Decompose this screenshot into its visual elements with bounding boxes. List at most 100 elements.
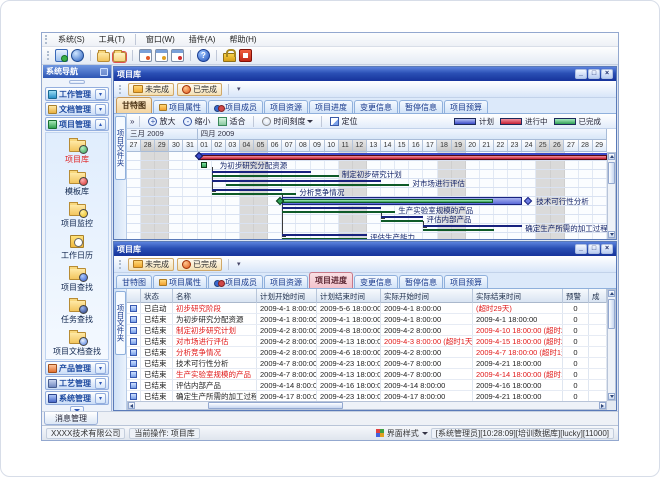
menu-item-2[interactable]: 工具(T) [92,33,132,46]
menu-item-5[interactable]: 帮助(H) [222,33,263,46]
tab-changes[interactable]: 变更信息 [354,100,398,113]
table-row[interactable]: 已结束评估内部产品2009-4-14 8:00:002009-4-16 18:0… [127,380,607,391]
open-folder-icon[interactable] [113,52,126,62]
pin-icon[interactable] [100,68,108,76]
lock-icon[interactable] [223,53,236,62]
tab-gantt[interactable]: 甘特图 [116,275,152,288]
sidebar-group-project[interactable]: 项目管理▴ [45,117,109,131]
overflow-chevron-icon[interactable]: » [130,117,134,126]
tab-budget[interactable]: 项目预算 [444,275,488,288]
toolbar-more-button[interactable]: ▾ [237,260,241,268]
tab-changes[interactable]: 变更信息 [354,275,398,288]
gantt-timescale-button[interactable]: 时间刻度 [259,115,316,127]
gantt-fit-button[interactable]: 适合 [215,115,248,127]
sidebar-group-work[interactable]: 工作管理▾ [45,87,109,101]
filter-done-button[interactable]: 已完成 [177,83,222,96]
project-folder-side-tab[interactable]: 项目文件夹 [115,291,126,355]
toolbar-more-button[interactable]: ▾ [237,85,241,93]
tab-members[interactable]: 项目成员 [208,275,263,288]
sidebar-item-project-doc-search[interactable]: 项目文档查找 [46,326,108,358]
header-status-cell[interactable]: 状态 [141,289,173,303]
report-mail-icon[interactable] [171,49,184,62]
interface-style-label[interactable]: 界面样式 [387,428,419,439]
header-plan-end-cell[interactable]: 计划结束时间 [317,289,381,303]
gantt-locate-button[interactable]: 定位 [327,115,360,127]
scroll-down-button[interactable] [608,393,615,400]
chevron-down-icon[interactable]: ▾ [95,363,106,374]
tab-pauses[interactable]: 暂停信息 [399,100,443,113]
restore-button[interactable]: □ [588,69,600,79]
message-tab[interactable]: 消息管理 [44,412,98,425]
report-icon[interactable] [139,49,152,62]
menu-item-1[interactable]: 系统(S) [51,33,92,46]
sidebar-group-product[interactable]: 产品管理▾ [45,361,109,375]
tab-progress[interactable]: 项目进度 [309,100,353,113]
tab-properties[interactable]: 项目属性 [153,100,207,113]
table-row[interactable]: 已结束分析竞争情况2009-4-2 8:00:002009-4-6 18:00:… [127,347,607,358]
sidebar-item-project-search[interactable]: 项目查找 [46,262,108,294]
closed-folder-icon[interactable] [97,52,110,62]
panel-title-bar[interactable]: 项目库 _□× [114,67,616,81]
header-plan-start-cell[interactable]: 计划开始时间 [257,289,317,303]
sidebar-item-work-calendar[interactable]: 工作日历 [46,230,108,262]
tab-resources[interactable]: 项目资源 [264,100,308,113]
report-edit-icon[interactable] [155,49,168,62]
chevron-down-icon[interactable]: ▾ [95,104,106,115]
scroll-up-button[interactable] [608,290,615,297]
table-row[interactable]: 已结束技术可行性分析2009-4-7 8:00:002009-4-23 18:0… [127,358,607,369]
scroll-right-button[interactable] [599,402,606,409]
tab-pauses[interactable]: 暂停信息 [399,275,443,288]
table-row[interactable]: 已结束生产实验室规模的产品2009-4-7 8:00:002009-4-13 1… [127,369,607,380]
table-vertical-scrollbar[interactable] [607,289,616,401]
help-icon[interactable] [197,49,210,62]
sidebar-group-craft[interactable]: 工艺管理▾ [45,376,109,390]
header-name-cell[interactable]: 名称 [173,289,257,303]
minimize-button[interactable]: _ [575,69,587,79]
scroll-down-button[interactable] [608,231,615,238]
table-row[interactable]: 已结束确定生产所需的加工过程2009-4-17 8:00:002009-4-23… [127,391,607,401]
table-row[interactable]: 已启动初步研究阶段2009-4-1 8:00:002009-5-6 18:00:… [127,303,607,314]
header-actual-end-cell[interactable]: 实际结束时间 [473,289,563,303]
tab-progress[interactable]: 项目进度 [309,272,353,288]
remote-desktop-icon[interactable] [55,49,68,62]
menu-item-3[interactable]: 窗口(W) [139,33,182,46]
dropdown-caret-icon[interactable] [422,432,428,438]
project-folder-side-tab[interactable]: 项目文件夹 [115,116,126,180]
header-cost-cell[interactable]: 成 [589,289,607,303]
restore-button[interactable]: □ [588,244,600,254]
header-warning-cell[interactable]: 预警 [563,289,589,303]
filter-notdone-button[interactable]: 未完成 [128,258,174,271]
tab-gantt[interactable]: 甘特图 [116,97,152,113]
gantt-vertical-scrollbar[interactable] [607,152,616,239]
chevron-down-icon[interactable]: ▾ [95,89,106,100]
sidebar-group-system[interactable]: 系统管理▾ [45,391,109,405]
scroll-thumb[interactable] [608,299,615,329]
table-row[interactable]: 已结束对市场进行评估2009-4-2 8:00:002009-4-13 18:0… [127,336,607,347]
close-button[interactable]: × [601,69,613,79]
gantt-chart[interactable]: 为初步研究分配资源制定初步研究计划对市场进行评估分析竞争情况技术可行性分析生产实… [127,152,607,239]
chevron-down-icon[interactable]: ▾ [95,378,106,389]
tab-members[interactable]: 项目成员 [208,100,263,113]
close-button[interactable]: × [601,244,613,254]
chevron-down-icon[interactable]: ▾ [95,393,106,404]
table-row[interactable]: 已结束为初步研究分配资源2009-4-1 8:00:002009-4-1 18:… [127,314,607,325]
header-actual-start-cell[interactable]: 实际开始时间 [381,289,473,303]
globe-icon[interactable] [71,49,84,62]
gantt-zoom-in-button[interactable]: 放大 [145,115,178,127]
panel-title-bar[interactable]: 项目库 _□× [114,242,616,256]
gantt-zoom-out-button[interactable]: 缩小 [180,115,213,127]
scroll-thumb[interactable] [208,402,343,409]
table-row[interactable]: 已结束制定初步研究计划2009-4-2 8:00:002009-4-8 18:0… [127,325,607,336]
table-horizontal-scrollbar[interactable] [127,401,607,410]
scroll-left-button[interactable] [128,402,135,409]
sidebar-item-project-library[interactable]: 项目库 [46,134,108,166]
tab-resources[interactable]: 项目资源 [264,275,308,288]
menu-item-4[interactable]: 插件(A) [182,33,223,46]
scroll-thumb[interactable] [608,162,615,184]
tab-properties[interactable]: 项目属性 [153,275,207,288]
sidebar-group-document[interactable]: 文档管理▾ [45,102,109,116]
tab-budget[interactable]: 项目预算 [444,100,488,113]
chevron-up-icon[interactable]: ▴ [95,119,106,130]
scroll-up-button[interactable] [608,153,615,160]
sidebar-item-template-library[interactable]: 模板库 [46,166,108,198]
